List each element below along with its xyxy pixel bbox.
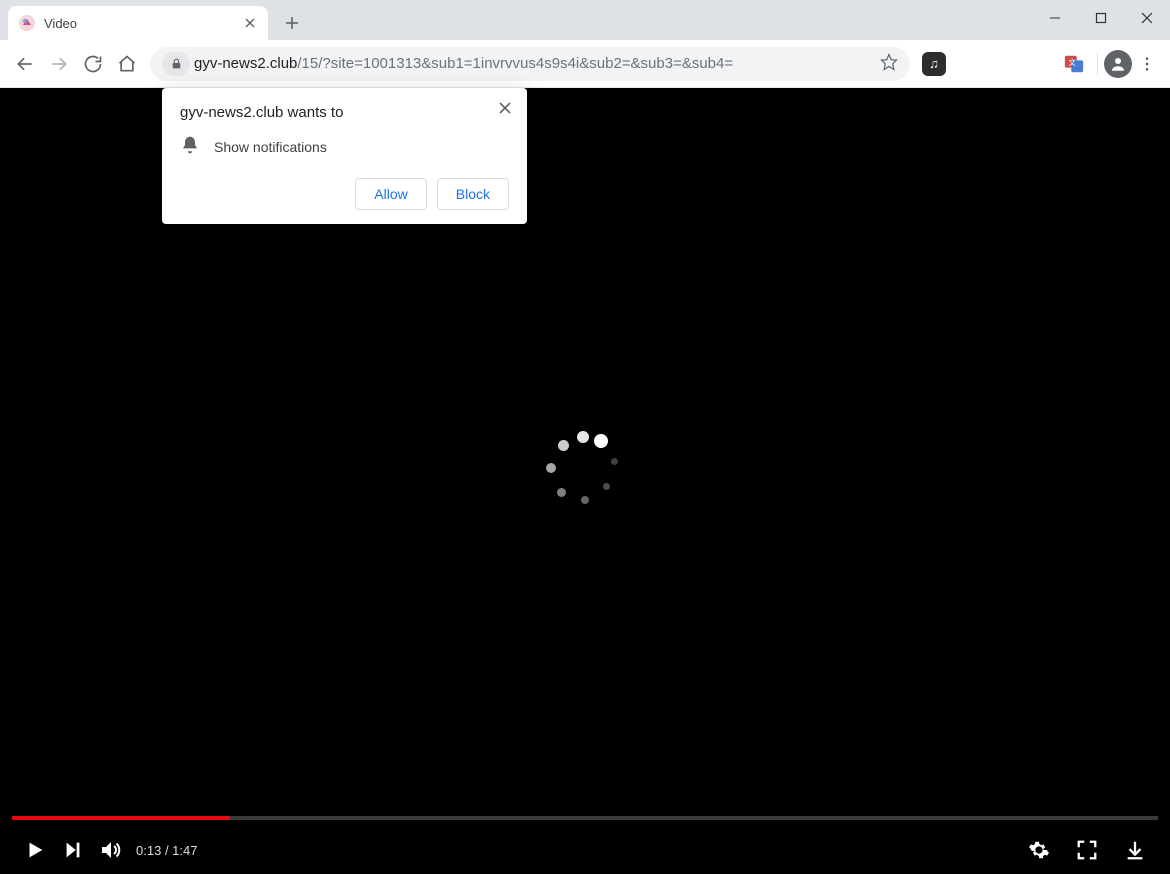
- translate-icon[interactable]: 文: [1059, 49, 1089, 79]
- volume-button[interactable]: [92, 831, 130, 869]
- next-button[interactable]: [54, 831, 92, 869]
- new-tab-button[interactable]: [278, 9, 306, 37]
- progress-track[interactable]: [12, 816, 1158, 820]
- download-button[interactable]: [1116, 831, 1154, 869]
- site-info-button[interactable]: [162, 52, 190, 76]
- url-path: /15/?site=1001313&sub1=1invrvvus4s9s4i&s…: [297, 55, 733, 72]
- tab-close-icon[interactable]: [242, 15, 258, 31]
- notification-permission-popup: gyv-news2.club wants to Show notificatio…: [162, 88, 527, 224]
- url-domain: gyv-news2.club: [194, 55, 297, 72]
- progress-played: [12, 816, 230, 820]
- tab-title: Video: [44, 16, 77, 31]
- popup-close-icon[interactable]: [495, 98, 515, 118]
- video-controls-bar: 0:13 / 1:47: [0, 816, 1170, 874]
- bookmark-icon[interactable]: [880, 53, 898, 75]
- time-display: 0:13 / 1:47: [136, 843, 197, 858]
- browser-menu-button[interactable]: [1132, 55, 1162, 73]
- maximize-button[interactable]: [1078, 0, 1124, 36]
- home-button[interactable]: [110, 47, 144, 81]
- tab-strip: Video: [0, 0, 1170, 40]
- tab-favicon: [18, 14, 36, 32]
- browser-tab[interactable]: Video: [8, 6, 268, 40]
- close-window-button[interactable]: [1124, 0, 1170, 36]
- profile-avatar[interactable]: [1104, 50, 1132, 78]
- browser-toolbar: gyv-news2.club /15/?site=1001313&sub1=1i…: [0, 40, 1170, 88]
- window-controls: [1032, 0, 1170, 40]
- loading-spinner: [540, 431, 630, 521]
- toolbar-separator: [1097, 53, 1098, 75]
- media-control-icon[interactable]: ♫: [922, 52, 946, 76]
- play-button[interactable]: [16, 831, 54, 869]
- fullscreen-button[interactable]: [1068, 831, 1106, 869]
- svg-text:文: 文: [1069, 57, 1077, 66]
- settings-gear-icon[interactable]: [1020, 831, 1058, 869]
- minimize-button[interactable]: [1032, 0, 1078, 36]
- address-bar[interactable]: gyv-news2.club /15/?site=1001313&sub1=1i…: [150, 47, 910, 81]
- forward-button: [42, 47, 76, 81]
- time-total: 1:47: [172, 843, 197, 858]
- permission-request-text: Show notifications: [214, 139, 327, 155]
- allow-button[interactable]: Allow: [355, 178, 426, 210]
- bell-icon: [180, 135, 200, 158]
- back-button[interactable]: [8, 47, 42, 81]
- reload-button[interactable]: [76, 47, 110, 81]
- time-current: 0:13: [136, 843, 161, 858]
- block-button[interactable]: Block: [437, 178, 509, 210]
- permission-title: gyv-news2.club wants to: [180, 104, 509, 121]
